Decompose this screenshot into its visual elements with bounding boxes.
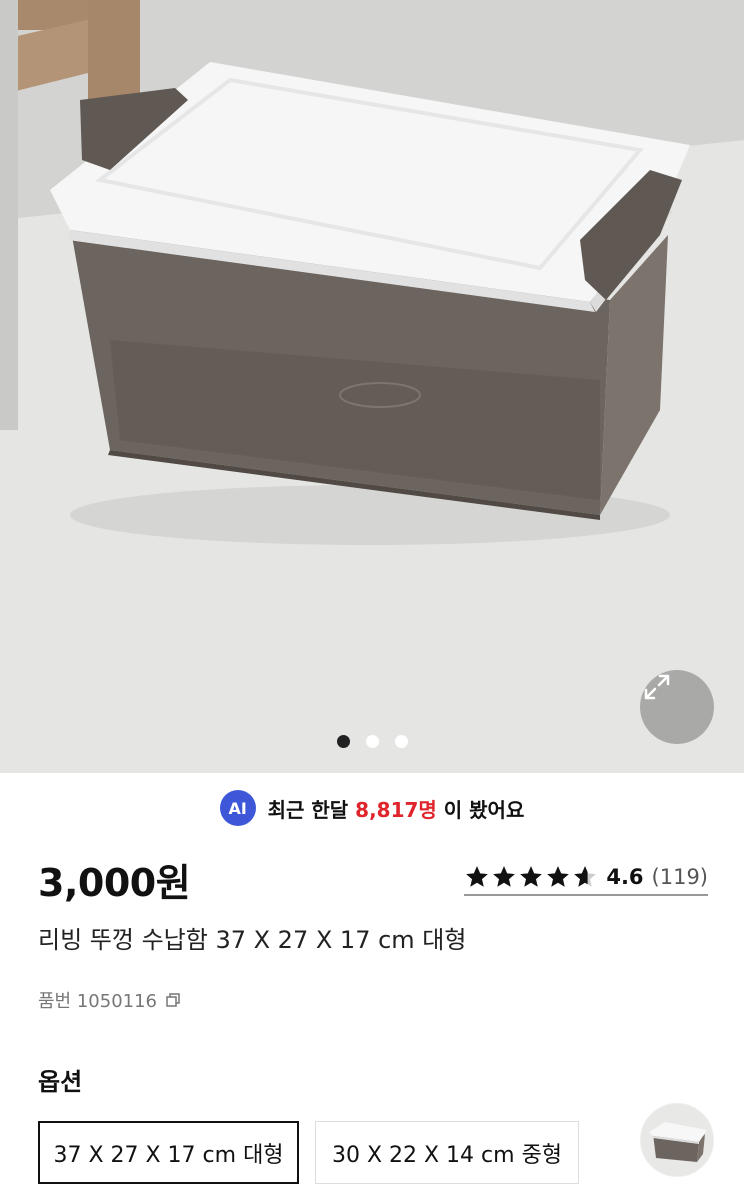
ai-banner-text: 최근 한달 8,817명 이 봤어요: [268, 794, 525, 823]
gallery-dot-2[interactable]: [365, 735, 379, 748]
star-icon: [574, 866, 597, 887]
rating-value: 4.6: [606, 865, 644, 889]
option-medium[interactable]: 30 X 22 X 14 cm 중형: [315, 1121, 579, 1184]
rating-stars: [464, 864, 598, 890]
gallery-dot-1[interactable]: [336, 735, 350, 748]
option-large[interactable]: 37 X 27 X 17 cm 대형: [38, 1121, 299, 1184]
gallery-pagination: [0, 735, 744, 748]
product-title: 리빙 뚜껑 수납함 37 X 27 X 17 cm 대형: [38, 926, 467, 954]
ai-banner-prefix: 최근 한달: [267, 797, 349, 822]
copy-icon[interactable]: [165, 992, 181, 1008]
option-heading: 옵션: [38, 1068, 83, 1096]
star-icon: [547, 866, 570, 887]
ai-banner-count: 8,817명: [355, 797, 437, 822]
product-image-gallery[interactable]: [0, 0, 744, 773]
star-icon: [466, 866, 489, 887]
expand-image-button[interactable]: [640, 670, 714, 744]
rating-link[interactable]: 4.6 (119): [464, 864, 708, 896]
star-icon: [520, 866, 543, 887]
option-thumbnail[interactable]: [640, 1103, 714, 1177]
expand-arrows-icon: [644, 674, 670, 700]
star-icon: [493, 866, 516, 887]
ai-badge-icon: AI: [219, 790, 256, 826]
box-thumbnail-image: [641, 1104, 713, 1176]
gallery-dot-3[interactable]: [394, 735, 408, 748]
product-photo: [0, 0, 744, 773]
product-price: 3,000원: [38, 861, 191, 905]
ai-view-count-banner: AI 최근 한달 8,817명 이 봤어요: [0, 773, 744, 843]
review-count: (119): [651, 865, 708, 889]
sku-text: 품번 1050116: [38, 991, 158, 1012]
product-sku: 품번 1050116: [38, 987, 181, 1013]
ai-banner-suffix: 이 봤어요: [443, 797, 525, 822]
